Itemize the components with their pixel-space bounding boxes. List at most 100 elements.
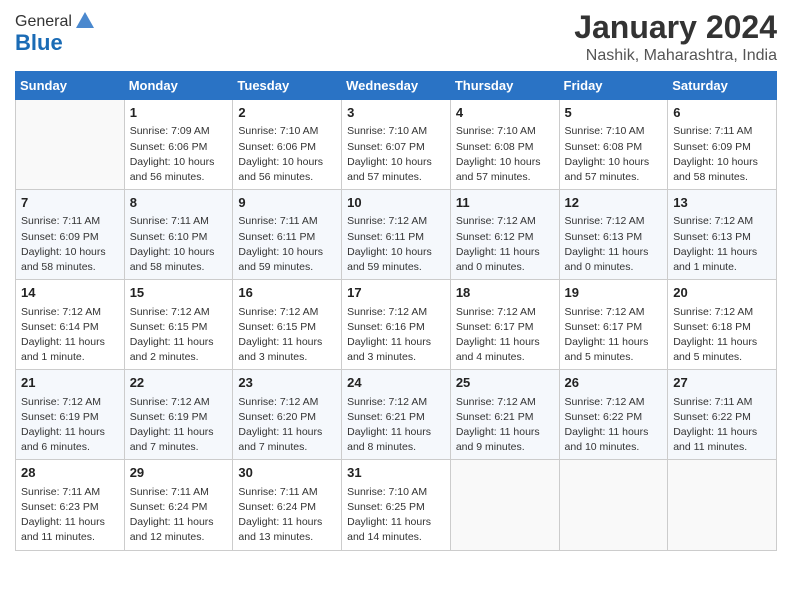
- day-info: Sunrise: 7:12 AM Sunset: 6:21 PM Dayligh…: [347, 395, 445, 456]
- calendar-cell: 3 Sunrise: 7:10 AM Sunset: 6:07 PM Daylig…: [342, 100, 451, 190]
- day-number: 10: [347, 194, 445, 212]
- calendar-cell: 9 Sunrise: 7:11 AM Sunset: 6:11 PM Daylig…: [233, 190, 342, 280]
- calendar-cell: 2 Sunrise: 7:10 AM Sunset: 6:06 PM Daylig…: [233, 100, 342, 190]
- day-info: Sunrise: 7:12 AM Sunset: 6:14 PM Dayligh…: [21, 305, 119, 366]
- day-number: 5: [565, 104, 663, 122]
- day-info: Sunrise: 7:12 AM Sunset: 6:11 PM Dayligh…: [347, 214, 445, 275]
- day-info: Sunrise: 7:12 AM Sunset: 6:15 PM Dayligh…: [238, 305, 336, 366]
- day-number: 14: [21, 284, 119, 302]
- calendar-cell: 23 Sunrise: 7:12 AM Sunset: 6:20 PM Dayli…: [233, 370, 342, 460]
- dow-header: Thursday: [450, 72, 559, 100]
- calendar-cell: 30Sunrise: 7:11 AM Sunset: 6:24 PM Dayli…: [233, 460, 342, 550]
- day-number: 7: [21, 194, 119, 212]
- dow-header: Monday: [124, 72, 233, 100]
- calendar-cell: 11 Sunrise: 7:12 AM Sunset: 6:12 PM Dayli…: [450, 190, 559, 280]
- day-info: Sunrise: 7:11 AM Sunset: 6:10 PM Dayligh…: [130, 214, 228, 275]
- day-info: Sunrise: 7:12 AM Sunset: 6:19 PM Dayligh…: [21, 395, 119, 456]
- calendar-cell: 7 Sunrise: 7:11 AM Sunset: 6:09 PM Daylig…: [16, 190, 125, 280]
- day-number: 19: [565, 284, 663, 302]
- day-number: 31: [347, 464, 445, 482]
- day-number: 16: [238, 284, 336, 302]
- calendar-week-row: 1 Sunrise: 7:09 AM Sunset: 6:06 PM Daylig…: [16, 100, 777, 190]
- calendar-cell: 15 Sunrise: 7:12 AM Sunset: 6:15 PM Dayli…: [124, 280, 233, 370]
- header: General Blue January 2024 Nashik, Mahara…: [15, 10, 777, 65]
- day-info: Sunrise: 7:10 AM Sunset: 6:07 PM Dayligh…: [347, 124, 445, 185]
- day-info: Sunrise: 7:12 AM Sunset: 6:13 PM Dayligh…: [673, 214, 771, 275]
- day-info: Sunrise: 7:11 AM Sunset: 6:09 PM Dayligh…: [21, 214, 119, 275]
- day-number: 1: [130, 104, 228, 122]
- calendar-cell: 21Sunrise: 7:12 AM Sunset: 6:19 PM Dayli…: [16, 370, 125, 460]
- day-number: 2: [238, 104, 336, 122]
- day-number: 24: [347, 374, 445, 392]
- calendar-cell: 16 Sunrise: 7:12 AM Sunset: 6:15 PM Dayli…: [233, 280, 342, 370]
- calendar-title: January 2024: [574, 10, 777, 45]
- title-block: January 2024 Nashik, Maharashtra, India: [574, 10, 777, 65]
- calendar-cell: 12 Sunrise: 7:12 AM Sunset: 6:13 PM Dayli…: [559, 190, 668, 280]
- logo-icon: [74, 10, 96, 32]
- calendar-cell: [668, 460, 777, 550]
- day-info: Sunrise: 7:11 AM Sunset: 6:24 PM Dayligh…: [130, 485, 228, 546]
- calendar-subtitle: Nashik, Maharashtra, India: [574, 47, 777, 65]
- calendar-week-row: 21Sunrise: 7:12 AM Sunset: 6:19 PM Dayli…: [16, 370, 777, 460]
- day-info: Sunrise: 7:12 AM Sunset: 6:19 PM Dayligh…: [130, 395, 228, 456]
- day-number: 6: [673, 104, 771, 122]
- day-number: 15: [130, 284, 228, 302]
- day-number: 23: [238, 374, 336, 392]
- calendar-cell: 17 Sunrise: 7:12 AM Sunset: 6:16 PM Dayli…: [342, 280, 451, 370]
- day-info: Sunrise: 7:12 AM Sunset: 6:21 PM Dayligh…: [456, 395, 554, 456]
- day-number: 13: [673, 194, 771, 212]
- day-info: Sunrise: 7:12 AM Sunset: 6:13 PM Dayligh…: [565, 214, 663, 275]
- day-number: 29: [130, 464, 228, 482]
- calendar-week-row: 7 Sunrise: 7:11 AM Sunset: 6:09 PM Daylig…: [16, 190, 777, 280]
- calendar-week-row: 14 Sunrise: 7:12 AM Sunset: 6:14 PM Dayli…: [16, 280, 777, 370]
- day-info: Sunrise: 7:12 AM Sunset: 6:12 PM Dayligh…: [456, 214, 554, 275]
- day-info: Sunrise: 7:09 AM Sunset: 6:06 PM Dayligh…: [130, 124, 228, 185]
- calendar-week-row: 28Sunrise: 7:11 AM Sunset: 6:23 PM Dayli…: [16, 460, 777, 550]
- calendar-cell: 19 Sunrise: 7:12 AM Sunset: 6:17 PM Dayli…: [559, 280, 668, 370]
- calendar-cell: 18 Sunrise: 7:12 AM Sunset: 6:17 PM Dayli…: [450, 280, 559, 370]
- dow-header: Wednesday: [342, 72, 451, 100]
- day-info: Sunrise: 7:11 AM Sunset: 6:22 PM Dayligh…: [673, 395, 771, 456]
- day-number: 25: [456, 374, 554, 392]
- dow-header: Sunday: [16, 72, 125, 100]
- calendar-cell: [450, 460, 559, 550]
- logo-general: General: [15, 13, 72, 31]
- calendar-cell: 24 Sunrise: 7:12 AM Sunset: 6:21 PM Dayli…: [342, 370, 451, 460]
- calendar-cell: [16, 100, 125, 190]
- day-number: 8: [130, 194, 228, 212]
- day-number: 26: [565, 374, 663, 392]
- calendar-cell: 14 Sunrise: 7:12 AM Sunset: 6:14 PM Dayli…: [16, 280, 125, 370]
- day-info: Sunrise: 7:12 AM Sunset: 6:17 PM Dayligh…: [456, 305, 554, 366]
- calendar-table: SundayMondayTuesdayWednesdayThursdayFrid…: [15, 71, 777, 550]
- calendar-cell: 27Sunrise: 7:11 AM Sunset: 6:22 PM Dayli…: [668, 370, 777, 460]
- day-number: 9: [238, 194, 336, 212]
- day-info: Sunrise: 7:11 AM Sunset: 6:09 PM Dayligh…: [673, 124, 771, 185]
- day-info: Sunrise: 7:10 AM Sunset: 6:08 PM Dayligh…: [456, 124, 554, 185]
- calendar-cell: 31 Sunrise: 7:10 AM Sunset: 6:25 PM Dayli…: [342, 460, 451, 550]
- day-info: Sunrise: 7:10 AM Sunset: 6:06 PM Dayligh…: [238, 124, 336, 185]
- day-number: 17: [347, 284, 445, 302]
- day-number: 11: [456, 194, 554, 212]
- calendar-cell: 22Sunrise: 7:12 AM Sunset: 6:19 PM Dayli…: [124, 370, 233, 460]
- calendar-cell: 4Sunrise: 7:10 AM Sunset: 6:08 PM Daylig…: [450, 100, 559, 190]
- dow-header: Saturday: [668, 72, 777, 100]
- day-number: 18: [456, 284, 554, 302]
- day-info: Sunrise: 7:12 AM Sunset: 6:16 PM Dayligh…: [347, 305, 445, 366]
- logo: General Blue: [15, 10, 96, 56]
- day-info: Sunrise: 7:10 AM Sunset: 6:25 PM Dayligh…: [347, 485, 445, 546]
- day-number: 12: [565, 194, 663, 212]
- calendar-cell: 1 Sunrise: 7:09 AM Sunset: 6:06 PM Daylig…: [124, 100, 233, 190]
- day-info: Sunrise: 7:12 AM Sunset: 6:15 PM Dayligh…: [130, 305, 228, 366]
- logo-blue: Blue: [15, 30, 63, 56]
- day-info: Sunrise: 7:12 AM Sunset: 6:18 PM Dayligh…: [673, 305, 771, 366]
- day-number: 3: [347, 104, 445, 122]
- dow-header: Friday: [559, 72, 668, 100]
- day-info: Sunrise: 7:12 AM Sunset: 6:20 PM Dayligh…: [238, 395, 336, 456]
- day-info: Sunrise: 7:11 AM Sunset: 6:11 PM Dayligh…: [238, 214, 336, 275]
- days-of-week-row: SundayMondayTuesdayWednesdayThursdayFrid…: [16, 72, 777, 100]
- day-info: Sunrise: 7:12 AM Sunset: 6:17 PM Dayligh…: [565, 305, 663, 366]
- day-number: 28: [21, 464, 119, 482]
- dow-header: Tuesday: [233, 72, 342, 100]
- calendar-cell: 26Sunrise: 7:12 AM Sunset: 6:22 PM Dayli…: [559, 370, 668, 460]
- day-info: Sunrise: 7:10 AM Sunset: 6:08 PM Dayligh…: [565, 124, 663, 185]
